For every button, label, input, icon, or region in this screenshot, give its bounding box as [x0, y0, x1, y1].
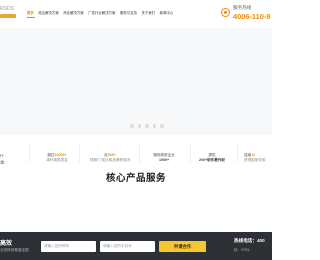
footer-title: 高效	[0, 241, 13, 247]
hotline-number: 4006-110-9	[233, 12, 271, 21]
footer-subtitle: 业务体系覆盖全国	[0, 248, 29, 252]
phone-input[interactable]: 请输入您的手机号	[100, 241, 155, 252]
stats-row: 行 本 超过10000+ 场环境各类会 近500+ 同期门 前针和品牌获相况 服…	[0, 135, 272, 171]
divider	[29, 144, 30, 162]
nav-item-home[interactable]: 首页	[27, 11, 34, 15]
carousel-dot[interactable]	[137, 124, 141, 128]
footer-hotline-sub: 队：9753-	[234, 248, 251, 252]
stat-value: 200+软件著作权	[198, 158, 226, 162]
carousel-dot[interactable]	[152, 124, 156, 128]
nav-active-indicator	[27, 17, 35, 18]
stat-line1: 行	[0, 154, 4, 158]
nav-item-gov-solutions[interactable]: 政企解决方案	[38, 11, 58, 15]
nav-item-ad-solutions[interactable]: 广告行业解决方案	[88, 11, 115, 15]
nav-item-about[interactable]: 关于我们	[142, 11, 156, 15]
carousel-dots	[130, 124, 168, 128]
stat-desc: 场环境各类会	[46, 158, 68, 162]
stat-item: 提供 200+软件著作权	[194, 153, 230, 163]
stat-desc: 获得国家双软	[244, 158, 266, 162]
section-title: 核心产品服务	[105, 173, 166, 184]
logo-tagline-mark	[0, 14, 16, 18]
nav-item-news[interactable]: 新闻中心	[160, 11, 174, 15]
phone-input-placeholder: 请输入您的手机号	[103, 244, 132, 249]
stat-value: 10000+	[54, 153, 67, 157]
name-input-placeholder: 请输入您的称呼	[44, 244, 70, 249]
carousel-dot[interactable]	[145, 124, 149, 128]
hotline-label: 服务热线	[233, 5, 252, 10]
divider	[139, 144, 140, 162]
carousel-dot[interactable]	[130, 124, 134, 128]
apply-cooperation-button[interactable]: 申请合作	[159, 241, 206, 252]
phone-icon	[221, 8, 230, 17]
stat-item: 近500+ 同期门 前针和品牌获相况	[84, 153, 136, 163]
stat-value: 1000+	[158, 158, 170, 162]
divider	[79, 144, 80, 162]
page: RSDS 首页 政企解决方案 商业解决方案 广告行业解决方案 服务与支持 关于我…	[0, 0, 272, 260]
nav-item-business-solutions[interactable]: 商业解决方案	[63, 11, 83, 15]
hero-banner[interactable]	[0, 28, 272, 135]
stat-value: 12	[251, 153, 256, 157]
stat-line2: 本	[0, 160, 5, 165]
name-input[interactable]: 请输入您的称呼	[41, 241, 96, 252]
main-nav: 首页 政企解决方案 商业解决方案 广告行业解决方案 服务与支持 关于我们 新闻中…	[27, 11, 178, 15]
stat-prefix: 超过	[47, 153, 55, 157]
logo-text: RSDS	[0, 6, 14, 12]
logo[interactable]: RSDS	[0, 6, 22, 22]
divider	[190, 144, 191, 162]
stat-item: 连续12 获得国家双软	[244, 153, 272, 163]
footer-hotline: 热线电话：400	[234, 238, 265, 243]
stat-item: 服务政府企业 1000+	[145, 153, 183, 163]
nav-item-service-support[interactable]: 服务与支持	[120, 11, 137, 15]
stat-item: 超过10000+ 场环境各类会	[40, 153, 74, 163]
carousel-dot[interactable]	[160, 124, 164, 128]
divider	[237, 144, 238, 162]
stat-desc: 同期门 前针和品牌获相况	[89, 158, 131, 162]
header: RSDS 首页 政企解决方案 商业解决方案 广告行业解决方案 服务与支持 关于我…	[0, 0, 272, 28]
stat-value: 500+	[107, 153, 116, 157]
